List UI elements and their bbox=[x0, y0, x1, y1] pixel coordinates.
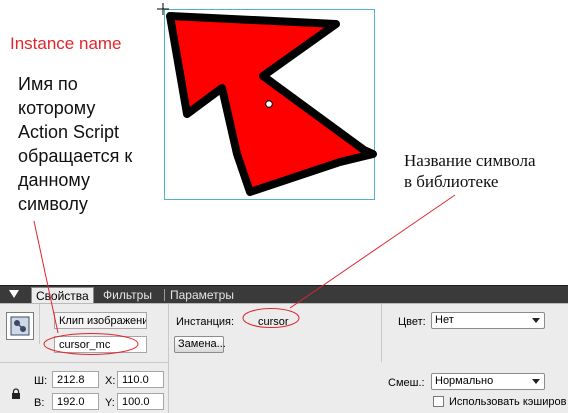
blend-mode-dropdown[interactable]: Нормально bbox=[431, 373, 545, 390]
registration-point-crosshair-icon bbox=[157, 3, 169, 15]
instance-symbol-name: cursor bbox=[258, 316, 289, 328]
symbol-type-dropdown[interactable]: Клип изображени bbox=[54, 312, 147, 329]
blend-label: Смеш.: bbox=[388, 377, 425, 389]
divider bbox=[39, 304, 40, 344]
cache-as-bitmap-label: Использовать кэширов bbox=[449, 396, 567, 408]
annotation-line: Action Script bbox=[18, 122, 120, 142]
divider bbox=[381, 304, 382, 362]
color-label: Цвет: bbox=[398, 316, 426, 328]
instance-name-annotation-desc: Имя по которому Action Script обращается… bbox=[18, 72, 132, 216]
height-input[interactable]: 192.0 bbox=[52, 393, 99, 410]
swap-symbol-button[interactable]: Замена... bbox=[174, 336, 226, 353]
width-input[interactable]: 212.8 bbox=[52, 371, 99, 388]
collapse-triangle-down-icon[interactable] bbox=[9, 290, 19, 298]
tab-filters[interactable]: Фильтры bbox=[99, 287, 156, 303]
lock-icon[interactable] bbox=[11, 388, 21, 400]
x-input[interactable]: 110.0 bbox=[117, 371, 164, 388]
y-label: Y: bbox=[105, 397, 115, 409]
properties-panel: Клип изображени cursor_mc Инстанция: cur… bbox=[0, 303, 568, 413]
properties-tab-bar: Свойства Фильтры Параметры bbox=[0, 285, 568, 304]
color-effect-value: Нет bbox=[435, 314, 454, 326]
y-input[interactable]: 100.0 bbox=[117, 393, 164, 410]
divider bbox=[168, 304, 169, 413]
transform-point-circle-icon[interactable] bbox=[264, 99, 274, 109]
instance-name-input[interactable]: cursor_mc bbox=[54, 336, 147, 353]
width-label: Ш: bbox=[34, 375, 48, 387]
chevron-down-icon bbox=[532, 318, 540, 323]
symbol-name-annotation-desc: Название символа в библиотеке bbox=[404, 150, 536, 192]
annotation-line: в библиотеке bbox=[404, 172, 499, 191]
divider bbox=[0, 362, 168, 363]
annotation-line: обращается к bbox=[18, 146, 133, 166]
instance-label: Инстанция: bbox=[176, 316, 235, 328]
annotation-line: Название символа bbox=[404, 151, 536, 170]
movieclip-symbol-icon bbox=[6, 312, 34, 340]
chevron-down-icon bbox=[532, 379, 540, 384]
color-effect-dropdown[interactable]: Нет bbox=[431, 312, 545, 329]
tab-parameters[interactable]: Параметры bbox=[166, 287, 238, 303]
annotation-line: символу bbox=[18, 194, 88, 214]
blend-mode-value: Нормально bbox=[435, 375, 494, 387]
annotation-line: Имя по bbox=[18, 74, 78, 94]
tab-separator bbox=[164, 289, 165, 301]
height-label: В: bbox=[34, 397, 45, 409]
x-label: X: bbox=[105, 375, 116, 387]
instance-name-annotation-title: Instance name bbox=[10, 34, 122, 53]
annotation-line: которому bbox=[18, 98, 96, 118]
tab-properties[interactable]: Свойства bbox=[31, 287, 94, 304]
annotation-line: данному bbox=[18, 170, 90, 190]
cache-as-bitmap-checkbox[interactable] bbox=[433, 396, 444, 407]
